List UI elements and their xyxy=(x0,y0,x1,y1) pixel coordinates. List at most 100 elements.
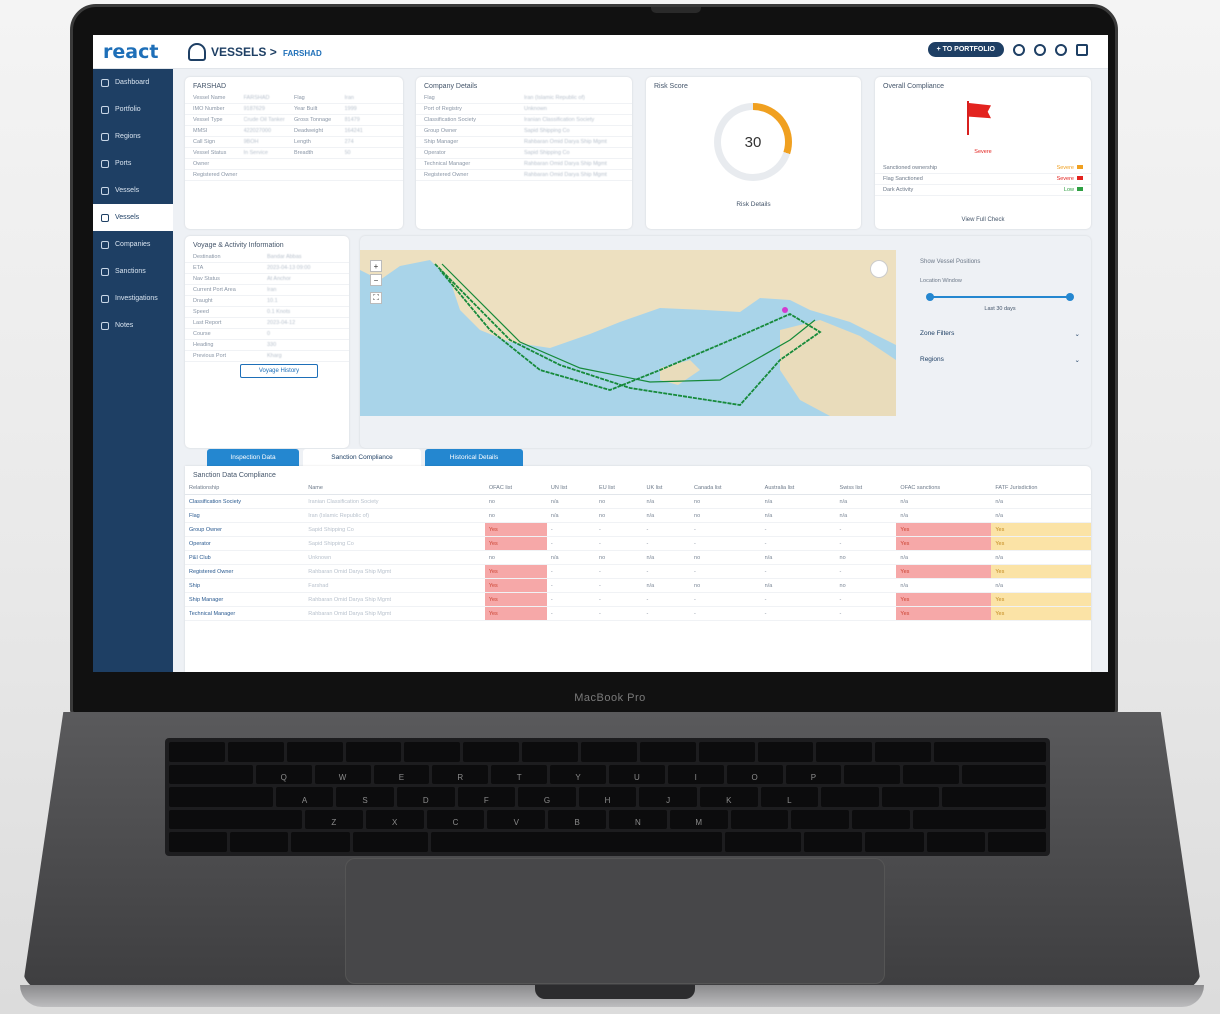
company-detail-row: Flag Iran (Islamic Republic of) xyxy=(416,93,632,104)
company-details-card: Company Details Flag Iran (Islamic Republ… xyxy=(416,77,632,229)
layers-icon[interactable] xyxy=(870,260,888,278)
detail-value xyxy=(345,160,396,168)
sidebar-item-vessels-list[interactable]: Vessels xyxy=(93,177,173,204)
sidebar-item-portfolio[interactable]: Portfolio xyxy=(93,96,173,123)
vessel-track-map[interactable]: + − ⛶ xyxy=(360,250,896,416)
vessel-detail-row: Owner xyxy=(185,159,403,170)
zone-filters-toggle[interactable]: Zone Filters ⌄ xyxy=(920,312,1080,338)
list-status-cell: n/a xyxy=(546,550,596,565)
detail-label: Vessel Name xyxy=(193,95,226,101)
detail-label: Registered Owner xyxy=(193,172,238,178)
list-status-cell: - xyxy=(595,578,643,593)
sidebar-item-vessels[interactable]: Vessels xyxy=(93,204,173,231)
sidebar: Dashboard Portfolio Regions Ports Vessel… xyxy=(93,69,173,672)
table-row[interactable]: Ship Manager Rahbaran Omid Darya Ship Mgm… xyxy=(185,592,1091,607)
risk-details-link[interactable]: Risk Details xyxy=(646,201,861,208)
tab-historical-details[interactable]: Historical Details xyxy=(425,449,523,466)
column-header[interactable]: Swiss list xyxy=(835,482,897,495)
list-status-cell: - xyxy=(642,522,691,537)
zoom-out-button[interactable]: − xyxy=(370,274,382,286)
regions-toggle[interactable]: Regions ⌄ xyxy=(920,338,1080,364)
table-row[interactable]: Classification Society Iranian Classifica… xyxy=(185,494,1091,509)
sidebar-item-notes[interactable]: Notes xyxy=(93,312,173,339)
table-row[interactable]: Registered Owner Rahbaran Omid Darya Ship… xyxy=(185,564,1091,579)
table-row[interactable]: Ship Farshad Yes - - n/a no n/a no n/a n/a xyxy=(185,578,1091,593)
detail-label: Classification Society xyxy=(424,117,476,123)
top-actions: + TO PORTFOLIO xyxy=(927,42,1088,57)
column-header[interactable]: EU list xyxy=(595,482,643,495)
detail-label: MMSI xyxy=(193,128,208,134)
tab-inspection-data[interactable]: Inspection Data xyxy=(207,449,299,466)
sidebar-item-regions[interactable]: Regions xyxy=(93,123,173,150)
slider-value: Last 30 days xyxy=(984,306,1016,312)
relationship-cell: P&I Club xyxy=(185,550,305,565)
voyage-info-row: Draught 10.1 xyxy=(185,296,349,307)
map-svg xyxy=(360,250,896,416)
chevron-down-icon: ⌄ xyxy=(1074,331,1080,338)
detail-value: Crude Oil Tanker xyxy=(243,117,285,123)
column-header[interactable]: Australia list xyxy=(760,482,836,495)
info-label: Nav Status xyxy=(193,276,220,282)
risk-indicator-dot xyxy=(1077,187,1083,191)
globe-icon[interactable] xyxy=(1013,43,1025,56)
column-header[interactable]: FATF Jurisdiction xyxy=(991,482,1091,495)
bell-icon[interactable] xyxy=(1034,43,1046,56)
list-status-cell: - xyxy=(690,606,761,621)
company-detail-row: Port of Registry Unknown xyxy=(416,104,632,115)
brand-label: MacBook Pro xyxy=(574,692,646,704)
logout-icon[interactable] xyxy=(1076,43,1088,56)
column-header[interactable]: Name xyxy=(304,482,485,495)
list-status-cell: - xyxy=(835,536,897,551)
list-status-cell: no xyxy=(595,494,643,509)
fullscreen-icon[interactable]: ⛶ xyxy=(370,292,382,304)
name-cell: Unknown xyxy=(304,550,485,565)
risk-value: Severe xyxy=(1056,176,1074,182)
list-status-cell: n/a xyxy=(896,494,992,509)
sidebar-item-investigations[interactable]: Investigations xyxy=(93,285,173,312)
detail-label: Year Built xyxy=(294,106,318,112)
card-title: Risk Score xyxy=(654,83,688,90)
voyage-info-row: Last Report 2023-04-12 xyxy=(185,318,349,329)
list-status-cell: - xyxy=(642,564,691,579)
column-header[interactable]: OFAC sanctions xyxy=(896,482,992,495)
relationship-cell: Operator xyxy=(185,536,305,551)
zoom-in-button[interactable]: + xyxy=(370,260,382,272)
column-header[interactable]: OFAC list xyxy=(484,482,547,495)
table-row[interactable]: Operator Sapid Shipping Co Yes - - - - - - Yes Yes xyxy=(185,536,1091,551)
risk-value: Severe xyxy=(1056,165,1074,171)
sidebar-item-dashboard[interactable]: Dashboard xyxy=(93,69,173,96)
sanction-compliance-panel: Sanction Data Compliance Relationship Nam… xyxy=(185,466,1091,672)
table-row[interactable]: Flag Iran (Islamic Republic of) no n/a no n/a… xyxy=(185,508,1091,523)
compliance-risk-list: Sanctioned ownership Severe Flag Sanctione… xyxy=(875,163,1091,196)
sidebar-item-sanctions[interactable]: Sanctions xyxy=(93,258,173,285)
sidebar-item-ports[interactable]: Ports xyxy=(93,150,173,177)
regions-label: Regions xyxy=(920,356,944,363)
column-header[interactable]: UN list xyxy=(546,482,596,495)
app-logo[interactable]: react xyxy=(93,41,173,63)
list-status-cell: Yes xyxy=(991,592,1091,607)
table-row[interactable]: Technical Manager Rahbaran Omid Darya Shi… xyxy=(185,606,1091,621)
add-to-portfolio-button[interactable]: + TO PORTFOLIO xyxy=(927,42,1004,57)
list-status-cell: - xyxy=(760,522,836,537)
date-range-slider[interactable] xyxy=(920,292,1080,302)
list-status-cell: - xyxy=(546,578,596,593)
name-cell: Iranian Classification Society xyxy=(304,494,485,509)
voyage-history-button[interactable]: Voyage History xyxy=(240,364,318,378)
table-row[interactable]: P&I Club Unknown no n/a no n/a no n/a no n/a n/a xyxy=(185,550,1091,565)
info-label: ETA xyxy=(193,265,204,271)
view-full-check-link[interactable]: View Full Check xyxy=(875,217,1091,223)
table-row[interactable]: Group Owner Sapid Shipping Co Yes - - - - - - Yes… xyxy=(185,522,1091,537)
show-positions-toggle[interactable]: Show Vessel Positions xyxy=(920,256,1080,268)
sidebar-item-companies[interactable]: Companies xyxy=(93,231,173,258)
top-bar: react VESSELS > FARSHAD + TO PORTFOLIO xyxy=(93,35,1108,69)
column-header[interactable]: Canada list xyxy=(690,482,761,495)
company-detail-row: Ship Manager Rahbaran Omid Darya Ship Mgm… xyxy=(416,137,632,148)
list-status-cell: - xyxy=(835,522,897,537)
column-header[interactable]: UK list xyxy=(642,482,691,495)
breadcrumb-section[interactable]: VESSELS > xyxy=(211,45,277,59)
list-status-cell: Yes xyxy=(991,606,1091,621)
detail-label: Ship Manager xyxy=(424,139,459,145)
column-header[interactable]: Relationship xyxy=(185,482,305,495)
user-icon[interactable] xyxy=(1055,43,1067,56)
tab-sanction-compliance[interactable]: Sanction Compliance xyxy=(303,449,421,466)
